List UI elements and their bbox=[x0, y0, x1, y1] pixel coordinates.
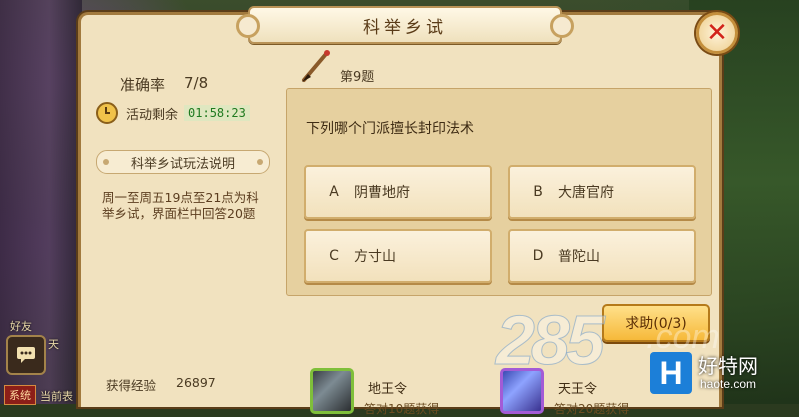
option-text: 阴曹地府 bbox=[354, 185, 410, 201]
brush-icon bbox=[302, 50, 330, 82]
answer-option-c[interactable]: C 方寸山 bbox=[304, 229, 492, 283]
reward-name: 地王令 bbox=[368, 382, 408, 397]
answer-option-b[interactable]: B 大唐官府 bbox=[508, 165, 696, 219]
watermark-number: 285 bbox=[496, 301, 606, 380]
close-x-icon: ✕ bbox=[706, 18, 728, 48]
hud-channel-text: 当前表 bbox=[40, 390, 73, 403]
clock-icon bbox=[96, 102, 118, 124]
watermark-site-name: 好特网 bbox=[698, 354, 758, 378]
answer-option-d[interactable]: D 普陀山 bbox=[508, 229, 696, 283]
option-text: 普陀山 bbox=[558, 249, 600, 265]
watermark-site-url: haote.com bbox=[700, 377, 757, 391]
system-channel-tag[interactable]: 系统 bbox=[4, 385, 36, 405]
close-button[interactable]: ✕ bbox=[696, 12, 738, 54]
title-scroll-right-ornament bbox=[550, 14, 574, 38]
reward-condition: 答对20题获得 bbox=[554, 402, 630, 416]
option-text: 方寸山 bbox=[354, 249, 396, 265]
chat-icon[interactable] bbox=[6, 335, 46, 375]
answer-option-a[interactable]: A 阴曹地府 bbox=[304, 165, 492, 219]
dialog-title: 科举乡试 bbox=[363, 17, 447, 38]
rules-title: 科举乡试玩法说明 bbox=[96, 150, 270, 174]
watermark-logo-icon: H bbox=[650, 352, 692, 394]
reward-condition: 答对10题获得 bbox=[364, 402, 440, 416]
timer-value: 01:58:23 bbox=[184, 105, 250, 121]
hud-side-text: 天 bbox=[48, 338, 59, 351]
activity-timer: 活动剩余 01:58:23 bbox=[96, 102, 250, 124]
dialog-title-bar: 科举乡试 bbox=[236, 6, 574, 44]
experience-label: 获得经验 bbox=[106, 378, 157, 393]
token-scroll-icon bbox=[310, 368, 354, 414]
reward-name: 天王令 bbox=[558, 382, 598, 397]
timer-label: 活动剩余 bbox=[126, 107, 179, 123]
experience-value: 26897 bbox=[176, 375, 216, 390]
question-number: 第9题 bbox=[340, 70, 375, 85]
accuracy-label: 准确率 bbox=[120, 76, 166, 94]
reward-item[interactable]: 地王令 答对10题获得 bbox=[310, 368, 439, 416]
title-scroll-left-ornament bbox=[236, 14, 260, 38]
rules-text: 周一至周五19点至21点为科举乡试，界面栏中回答20题 bbox=[102, 190, 259, 221]
accuracy-value: 7/8 bbox=[184, 74, 209, 92]
option-text: 大唐官府 bbox=[558, 185, 614, 201]
hud-friend-label[interactable]: 好友 bbox=[10, 318, 32, 334]
question-text: 下列哪个门派擅长封印法术 bbox=[306, 121, 474, 137]
